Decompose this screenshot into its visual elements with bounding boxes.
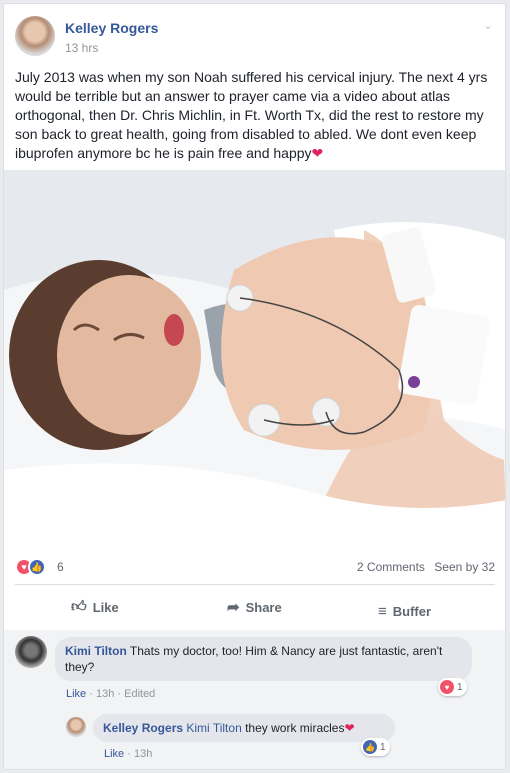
reply-author[interactable]: Kelley Rogers	[103, 721, 183, 735]
comment-edited[interactable]: Edited	[124, 688, 155, 700]
buffer-button[interactable]: ≡ Buffer	[378, 596, 431, 626]
comment-reaction-count: 1	[457, 681, 463, 693]
heart-emoji: ❤	[344, 721, 355, 735]
like-button[interactable]: 👍︎ Like	[71, 592, 119, 622]
heart-emoji: ❤	[311, 145, 324, 161]
reply-meta: Like · 13h	[104, 748, 153, 760]
share-arrow-icon: ➦	[227, 599, 240, 616]
author-name[interactable]: Kelley Rogers	[65, 20, 158, 36]
thumbs-up-icon: 👍︎	[71, 598, 87, 615]
reply-bubble: Kelley Rogers Kimi Tilton they work mira…	[93, 714, 395, 742]
post-timestamp[interactable]: 13 hrs	[65, 41, 98, 55]
chevron-down-icon[interactable]: ⌄	[483, 18, 493, 32]
commenter-avatar[interactable]	[15, 636, 47, 668]
like-reaction-icon: 👍	[28, 558, 46, 576]
post-text: July 2013 was when my son Noah suffered …	[15, 68, 501, 163]
reply-like-link[interactable]: Like	[104, 748, 124, 760]
author-avatar[interactable]	[15, 16, 55, 56]
buffer-stack-icon: ≡	[378, 602, 387, 620]
seen-by-link[interactable]: Seen by 32	[434, 560, 495, 574]
reaction-count[interactable]: 6	[57, 560, 64, 574]
comment-reaction-badge[interactable]: ♥ 1	[438, 678, 467, 696]
reaction-icons[interactable]: ♥ 👍	[15, 558, 55, 576]
reply-reaction-badge[interactable]: 👍 1	[361, 738, 390, 756]
post-header: Kelley Rogers 13 hrs ⌄	[15, 16, 495, 60]
buffer-label: Buffer	[392, 603, 432, 619]
post-photo[interactable]	[4, 170, 505, 547]
comment-author[interactable]: Kimi Tilton	[65, 644, 127, 658]
reply-reaction-count: 1	[380, 741, 386, 753]
comment-count-link[interactable]: 2 Comments	[357, 560, 425, 574]
post-card: Kelley Rogers 13 hrs ⌄ July 2013 was whe…	[3, 3, 506, 770]
heart-reaction-icon: ♥	[440, 680, 454, 694]
comment-meta: Like · 13h · Edited	[66, 688, 156, 700]
divider-top	[15, 584, 495, 585]
reply-time[interactable]: 13h	[134, 748, 152, 760]
reply-avatar[interactable]	[66, 717, 86, 737]
like-label: Like	[92, 599, 119, 615]
like-reaction-icon: 👍	[363, 740, 377, 754]
comment-bubble: Kimi Tilton Thats my doctor, too! Him & …	[55, 637, 472, 681]
post-stats: ♥ 👍 6 2 Comments Seen by 32	[15, 557, 495, 577]
post-body: July 2013 was when my son Noah suffered …	[15, 69, 488, 161]
comment-like-link[interactable]: Like	[66, 688, 86, 700]
stats-right: 2 Comments Seen by 32	[351, 560, 495, 574]
reply-mention[interactable]: Kimi Tilton	[186, 721, 241, 735]
photo-illustration	[4, 170, 505, 547]
action-bar: 👍︎ Like ➦ Share ≡ Buffer	[15, 592, 495, 622]
comment-time[interactable]: 13h	[96, 688, 114, 700]
comments-section: Kimi Tilton Thats my doctor, too! Him & …	[4, 630, 505, 769]
share-button[interactable]: ➦ Share	[227, 592, 282, 622]
share-label: Share	[245, 599, 282, 615]
reply-text: they work miracles	[245, 721, 345, 735]
